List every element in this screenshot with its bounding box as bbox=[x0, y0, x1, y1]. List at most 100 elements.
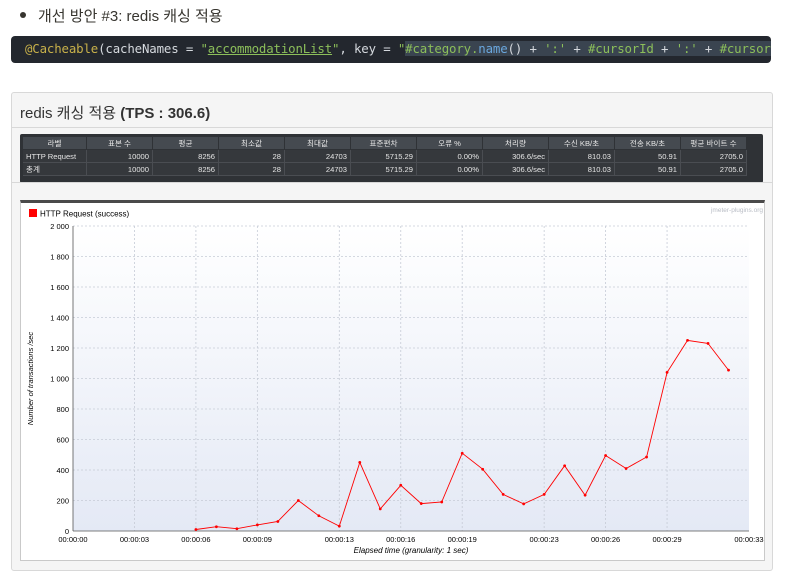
stats-table: 라벨 표본 수 평균 최소값 최대값 표준편차 오류 % 처리량 수신 KB/초 전송 KB/초 평… bbox=[23, 137, 747, 176]
y-tick-label: 400 bbox=[56, 466, 69, 475]
table-header-cell[interactable]: 최대값 bbox=[284, 137, 351, 150]
data-point bbox=[645, 455, 648, 459]
bullet-text: 개선 방안 #3: redis 캐싱 적용 bbox=[38, 7, 223, 25]
divider bbox=[12, 182, 772, 183]
data-point bbox=[194, 528, 198, 531]
x-tick-label: 00:00:00 bbox=[58, 535, 87, 544]
transactions-chart: jmeter-plugins.org HTTP Request (success)… bbox=[20, 200, 765, 561]
table-cell: 0.00% bbox=[416, 149, 483, 163]
data-point bbox=[686, 338, 689, 342]
data-point bbox=[481, 467, 485, 471]
table-cell: 24703 bbox=[284, 162, 351, 176]
code-token: #cursorId bbox=[587, 41, 654, 56]
table-header-cell[interactable]: 표본 수 bbox=[86, 137, 153, 150]
y-tick-label: 1 400 bbox=[50, 314, 69, 323]
code-block[interactable]: @Cacheable(cacheNames = "accommodationLi… bbox=[11, 36, 771, 63]
x-tick-label: 00:00:29 bbox=[652, 535, 681, 544]
table-cell: 24703 bbox=[284, 149, 351, 163]
data-point bbox=[542, 493, 546, 496]
data-point bbox=[337, 524, 341, 528]
x-tick-label: 00:00:13 bbox=[325, 535, 354, 544]
table-cell: 10000 bbox=[86, 149, 153, 163]
table-cell: 총계 bbox=[23, 162, 87, 176]
data-point bbox=[378, 507, 382, 511]
table-header-cell[interactable]: 평균 바이트 수 bbox=[680, 137, 747, 150]
table-header-cell[interactable]: 처리량 bbox=[482, 137, 549, 150]
code-token: @Cacheable bbox=[25, 41, 99, 56]
data-point bbox=[317, 514, 321, 518]
data-point bbox=[604, 454, 608, 457]
code-token: (cacheNames = bbox=[98, 41, 201, 56]
y-tick-label: 2 000 bbox=[50, 222, 69, 231]
data-point bbox=[296, 499, 300, 502]
table-cell: 306.6/sec bbox=[482, 149, 549, 163]
data-point bbox=[583, 493, 587, 497]
table-cell: 50.91 bbox=[614, 162, 681, 176]
data-point bbox=[460, 451, 464, 455]
table-cell: 2705.0 bbox=[680, 162, 747, 176]
x-tick-label: 00:00:09 bbox=[243, 535, 272, 544]
table-cell: 5715.29 bbox=[350, 162, 417, 176]
table-header-cell[interactable]: 라벨 bbox=[23, 137, 87, 150]
table-cell: 810.03 bbox=[548, 149, 615, 163]
table-row[interactable]: HTTP Request 10000 8256 28 24703 5715.29 0.00%… bbox=[23, 149, 747, 163]
code-token: , key = bbox=[339, 41, 398, 56]
data-point bbox=[276, 520, 280, 523]
data-point bbox=[624, 467, 628, 470]
table-cell: 28 bbox=[218, 149, 285, 163]
y-axis-label: Number of transactions /sec bbox=[26, 332, 35, 426]
x-tick-label: 00:00:26 bbox=[591, 535, 620, 544]
data-point bbox=[727, 368, 730, 372]
table-cell: 28 bbox=[218, 162, 285, 176]
code-token: ':' bbox=[675, 41, 698, 56]
table-cell: 10000 bbox=[86, 162, 153, 176]
chart-svg: jmeter-plugins.org HTTP Request (success)… bbox=[26, 207, 764, 555]
data-point bbox=[440, 500, 444, 504]
table-cell: 2705.0 bbox=[680, 149, 747, 163]
x-axis-label: Elapsed time (granularity: 1 sec) bbox=[354, 546, 469, 555]
code-token: accommodationList bbox=[207, 41, 333, 56]
result-panel: redis 캐싱 적용 (TPS : 306.6) 라벨 표본 수 평균 최소값 최대값… bbox=[11, 92, 773, 571]
code-token: + bbox=[566, 41, 588, 56]
code-token: + bbox=[522, 41, 545, 56]
code-token: #category. bbox=[405, 41, 479, 56]
data-point bbox=[235, 527, 239, 531]
table-row[interactable]: 총계 10000 8256 28 24703 5715.29 0.00% 306.6/sec 8… bbox=[23, 162, 747, 176]
data-point bbox=[255, 523, 259, 527]
code-token: + bbox=[697, 41, 720, 56]
code-token: name bbox=[478, 41, 508, 56]
table-cell: 8256 bbox=[152, 149, 219, 163]
code-line: @Cacheable(cacheNames = "accommodationLi… bbox=[25, 41, 771, 56]
panel-title-text: redis 캐싱 적용 bbox=[20, 105, 121, 122]
table-cell: 0.00% bbox=[416, 162, 483, 176]
code-token: ':' bbox=[544, 41, 567, 56]
x-tick-label: 00:00:16 bbox=[386, 535, 415, 544]
table-header-cell[interactable]: 평균 bbox=[152, 137, 219, 150]
panel-title-tps: (TPS : 306.6) bbox=[120, 105, 211, 122]
table-header-cell[interactable]: 수신 KB/초 bbox=[548, 137, 615, 150]
table-header-cell[interactable]: 오류 % bbox=[416, 137, 483, 150]
legend-label: HTTP Request (success) bbox=[40, 210, 130, 219]
bullet-dot-icon bbox=[20, 12, 26, 18]
legend-swatch bbox=[29, 209, 37, 217]
table-header-cell[interactable]: 전송 KB/초 bbox=[614, 137, 681, 150]
table-header-cell[interactable]: 표준편차 bbox=[350, 137, 417, 150]
x-tick-label: 00:00:19 bbox=[448, 535, 477, 544]
table-header-cell[interactable]: 최소값 bbox=[218, 137, 285, 150]
y-tick-label: 200 bbox=[56, 497, 69, 506]
table-cell: 810.03 bbox=[548, 162, 615, 176]
y-tick-label: 1 200 bbox=[50, 344, 69, 353]
table-cell: 8256 bbox=[152, 162, 219, 176]
data-point bbox=[706, 342, 710, 345]
data-point bbox=[501, 493, 505, 496]
code-token: " bbox=[200, 41, 208, 56]
y-tick-label: 1 000 bbox=[50, 375, 69, 384]
bullet-item: 개선 방안 #3: redis 캐싱 적용 bbox=[20, 4, 223, 26]
panel-header: redis 캐싱 적용 (TPS : 306.6) bbox=[12, 93, 772, 128]
table-cell: 306.6/sec bbox=[482, 162, 549, 176]
code-token: + bbox=[653, 41, 676, 56]
y-tick-label: 600 bbox=[56, 436, 69, 445]
table-cell: 50.91 bbox=[614, 149, 681, 163]
data-point bbox=[214, 525, 218, 529]
x-tick-label: 00:00:03 bbox=[120, 535, 149, 544]
